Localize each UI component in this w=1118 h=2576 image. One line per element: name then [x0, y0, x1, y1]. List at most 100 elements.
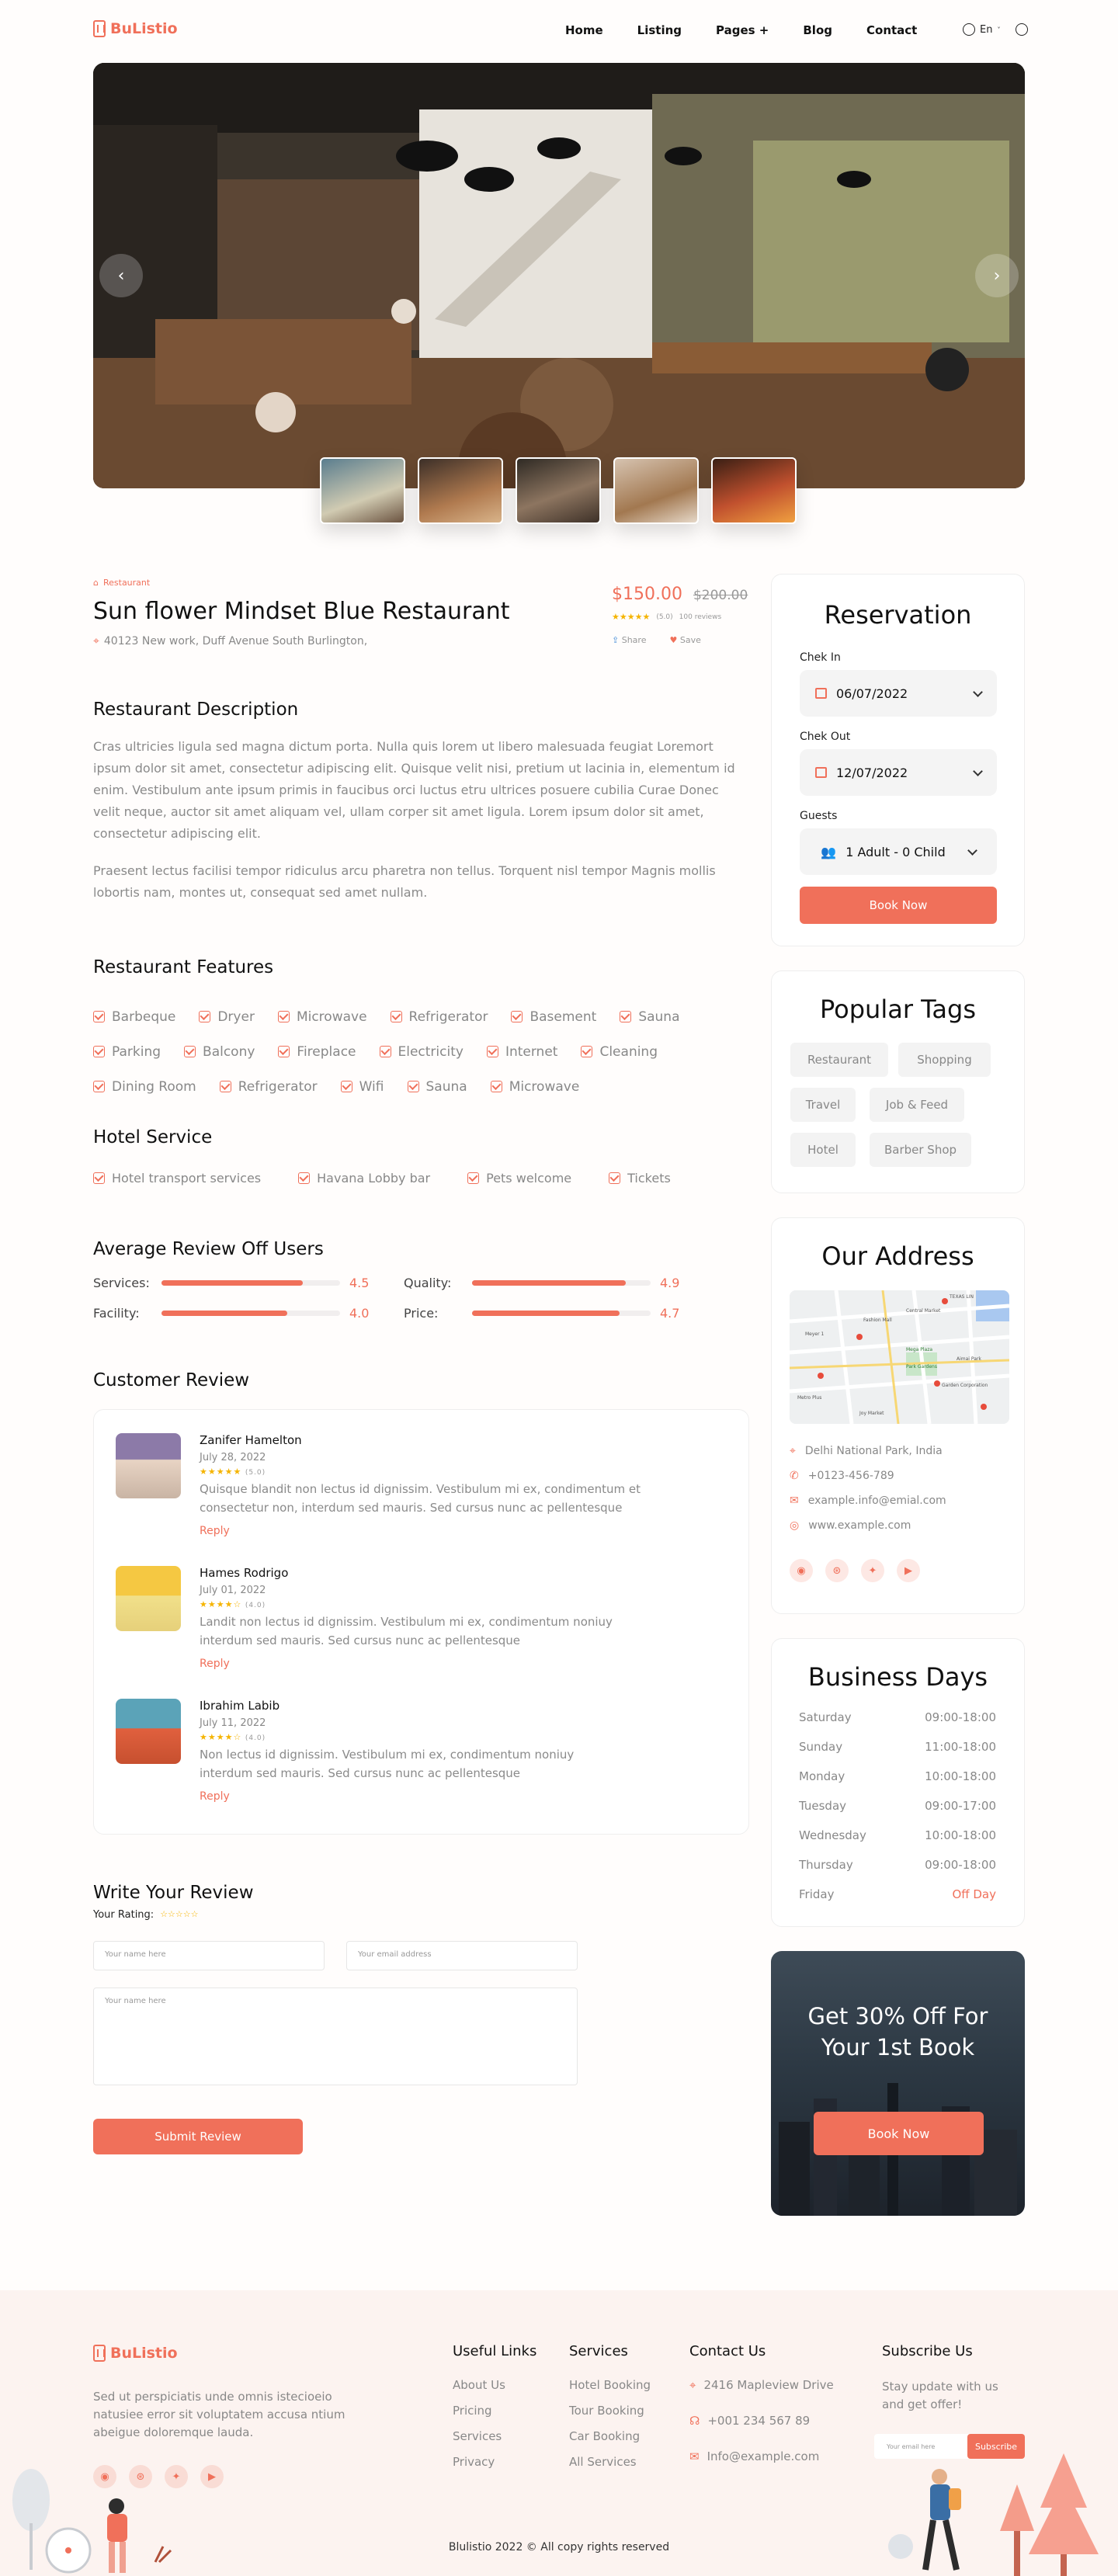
hero-next-button[interactable]: › — [975, 254, 1019, 297]
checkbox-icon — [93, 1046, 105, 1057]
review-name-input[interactable]: Your name here — [93, 1941, 325, 1970]
tag-restaurant[interactable]: Restaurant — [790, 1043, 888, 1077]
youtube-icon[interactable]: ▶ — [897, 1559, 920, 1582]
subscribe-title: Subscribe Us — [882, 2343, 973, 2359]
headset-icon: ☊ — [689, 2414, 700, 2428]
nav-listing[interactable]: Listing — [637, 23, 682, 37]
footer-link[interactable]: Tour Booking — [569, 2404, 651, 2418]
description-paragraph-1: Cras ultricies ligula sed magna dictum p… — [93, 739, 735, 841]
old-price: $200.00 — [693, 588, 748, 603]
day-row: Wednesday 10:00-18:00 — [799, 1828, 996, 1842]
feature-item: Barbeque — [93, 999, 175, 1034]
feature-item: Balcony — [184, 1034, 255, 1069]
checkbox-icon — [278, 1046, 290, 1057]
share-button[interactable]: ⇪ Share — [612, 635, 646, 645]
promo-banner: Get 30% Off For Your 1st Book Book Now — [771, 1951, 1025, 2216]
dribbble-icon[interactable]: ⊛ — [825, 1559, 849, 1582]
nav-contact[interactable]: Contact — [866, 23, 917, 37]
save-button[interactable]: ♥ Save — [669, 635, 700, 645]
footer-link[interactable]: Pricing — [453, 2404, 536, 2418]
checkbox-icon — [93, 1172, 105, 1184]
avatar — [116, 1699, 181, 1764]
tag-travel[interactable]: Travel — [790, 1088, 856, 1122]
hero-gallery: ‹ › — [93, 63, 1025, 488]
location-pin-icon: ⌖ — [790, 1445, 796, 1457]
language-switcher[interactable]: En ˅ — [963, 23, 1029, 36]
star-rating-picker[interactable]: ☆☆☆☆☆ — [160, 1909, 198, 1921]
svg-text:Joy Market: Joy Market — [859, 1411, 884, 1416]
checkbox-icon — [93, 1081, 105, 1092]
footer-link[interactable]: Privacy — [453, 2455, 536, 2469]
review-date: July 28, 2022 — [200, 1452, 266, 1463]
book-now-button[interactable]: Book Now — [800, 887, 997, 924]
progress-fill — [161, 1311, 287, 1316]
twitter-icon[interactable]: ✦ — [861, 1559, 884, 1582]
nav-home[interactable]: Home — [565, 23, 603, 37]
checkout-field[interactable]: 12/07/2022 — [800, 749, 997, 796]
globe-icon: ◎ — [790, 1519, 800, 1532]
checkbox-icon — [199, 1011, 211, 1022]
footer-contact: Contact Us ⌖ 2416 Mapleview Drive ☊ +001 2… — [689, 2343, 834, 2463]
category-label: ⌂ Restaurant — [93, 578, 150, 588]
feature-item: Sauna — [620, 999, 680, 1034]
user-icon[interactable] — [1016, 23, 1029, 36]
footer-link[interactable]: About Us — [453, 2378, 536, 2392]
copyright: Blulistio 2022 © All copy rights reserve… — [448, 2541, 670, 2553]
map[interactable]: TEXAS LIN Central Market Fashion Mall Me… — [790, 1290, 1009, 1424]
chevron-down-icon — [973, 686, 983, 697]
review-text: Non lectus id dignissim. Vestibulum mi e… — [200, 1748, 575, 1780]
reply-link[interactable]: Reply — [200, 1790, 595, 1803]
review-message-input[interactable]: Your name here — [93, 1988, 578, 2085]
svg-text:Aimai Park: Aimai Park — [957, 1356, 981, 1362]
thumbnail-4[interactable] — [613, 457, 699, 524]
promo-book-button[interactable]: Book Now — [814, 2112, 984, 2155]
tag-barber-shop[interactable]: Barber Shop — [870, 1133, 971, 1167]
footer-link[interactable]: All Services — [569, 2455, 651, 2469]
reply-link[interactable]: Reply — [200, 1525, 712, 1537]
review-text: Quisque blandit non lectus id dignissim.… — [200, 1482, 641, 1515]
address-socials: ◉ ⊛ ✦ ▶ — [790, 1559, 920, 1582]
listing-actions: ⇪ Share ♥ Save — [612, 635, 701, 645]
review-email-input[interactable]: Your email address — [346, 1941, 578, 1970]
logo[interactable]: BuListio — [93, 20, 178, 37]
checkbox-icon — [390, 1011, 402, 1022]
nav-pages[interactable]: Pages + — [716, 23, 769, 37]
thumbnail-2[interactable] — [418, 457, 503, 524]
hotel-service-list: Hotel transport services Havana Lobby ba… — [93, 1171, 671, 1186]
guests-field[interactable]: 👥 1 Adult - 0 Child — [800, 828, 997, 875]
footer-link[interactable]: Services — [453, 2429, 536, 2443]
svg-text:Garden Corporation: Garden Corporation — [942, 1383, 988, 1388]
reply-link[interactable]: Reply — [200, 1658, 619, 1670]
submit-review-button[interactable]: Submit Review — [93, 2119, 303, 2154]
thumbnail-1[interactable] — [320, 457, 405, 524]
mail-icon: ✉ — [689, 2449, 700, 2463]
thumbnail-5[interactable] — [711, 457, 797, 524]
instagram-icon[interactable]: ◉ — [790, 1559, 813, 1582]
review-text: Landit non lectus id dignissim. Vestibul… — [200, 1615, 613, 1647]
chevron-down-icon — [973, 766, 983, 776]
svg-text:Park Gardens: Park Gardens — [906, 1364, 937, 1370]
address-web: ◎ www.example.com — [790, 1519, 911, 1532]
nav-blog[interactable]: Blog — [803, 23, 832, 37]
footer-services: Services Hotel Booking Tour Booking Car … — [569, 2343, 651, 2469]
address-card: Our Address TEXAS LIN Central Market Fas… — [771, 1217, 1025, 1614]
footer-logo[interactable]: BuListio — [93, 2345, 178, 2362]
useful-links-title: Useful Links — [453, 2343, 537, 2359]
review-stars: ★★★★★ (5.0) — [200, 1467, 266, 1477]
heart-icon: ♥ — [669, 635, 678, 645]
location-pin-icon: ⌖ — [93, 635, 99, 647]
footer-link[interactable]: Car Booking — [569, 2429, 651, 2443]
location-pin-icon: ⌖ — [689, 2378, 696, 2392]
youtube-icon[interactable]: ▶ — [200, 2465, 224, 2488]
service-item: Havana Lobby bar — [298, 1171, 430, 1186]
hero-prev-button[interactable]: ‹ — [99, 254, 143, 297]
tag-job-feed[interactable]: Job & Feed — [870, 1088, 964, 1122]
tag-hotel[interactable]: Hotel — [790, 1133, 856, 1167]
checkin-field[interactable]: 06/07/2022 — [800, 670, 997, 717]
footer-link[interactable]: Hotel Booking — [569, 2378, 651, 2392]
review-bar-price: Price: 4.7 — [404, 1306, 680, 1321]
day-row: Thursday 09:00-18:00 — [799, 1858, 996, 1872]
thumbnail-3[interactable] — [516, 457, 601, 524]
checkbox-icon — [184, 1046, 196, 1057]
tag-shopping[interactable]: Shopping — [898, 1043, 991, 1077]
